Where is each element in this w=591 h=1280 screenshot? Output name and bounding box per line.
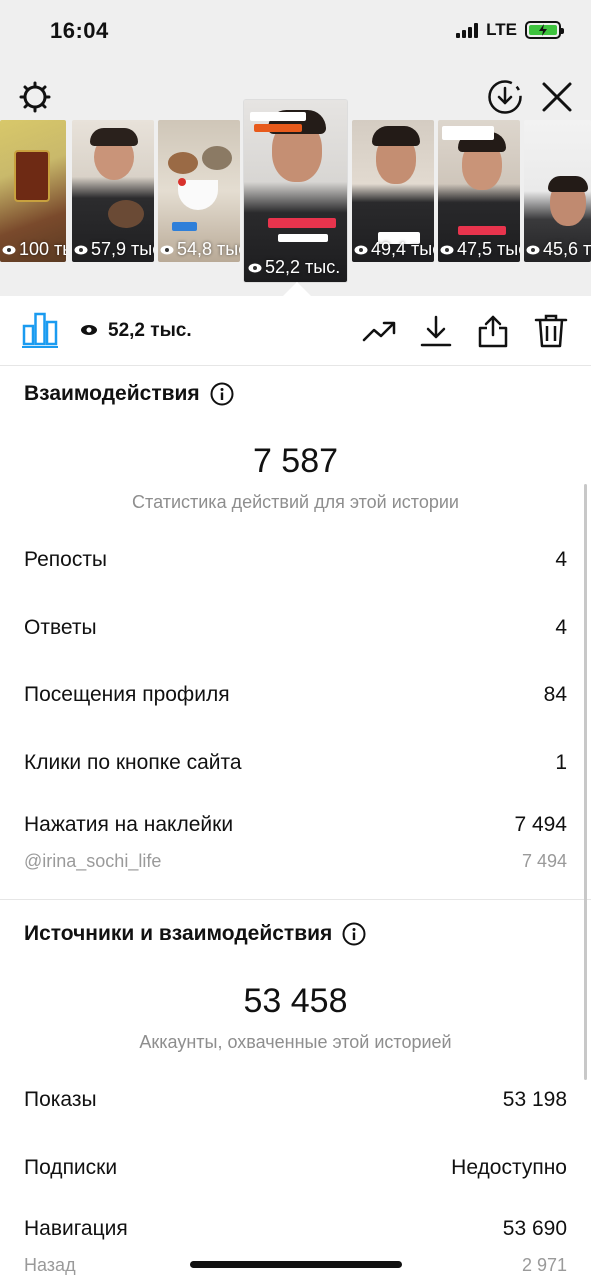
stat-label: Навигация	[24, 1217, 128, 1240]
battery-icon	[525, 21, 564, 39]
scrollbar[interactable]	[584, 484, 587, 1080]
active-tab-underline	[22, 346, 58, 348]
interactions-title: Взаимодействия	[24, 382, 200, 405]
eye-icon	[354, 245, 368, 254]
stat-label: Ответы	[24, 616, 97, 639]
stat-row-navigation: Навигация 53 690	[24, 1217, 567, 1241]
stat-row-website-clicks: Клики по кнопке сайта 1	[24, 751, 567, 775]
download-icon[interactable]	[419, 314, 453, 348]
eye-icon	[526, 245, 540, 254]
stat-row-profile-visits: Посещения профиля 84	[24, 683, 567, 707]
stat-label: Подписки	[24, 1156, 118, 1179]
thumbnail-sticker	[172, 222, 198, 231]
sources-title: Источники и взаимодействия	[24, 922, 333, 945]
stat-value: 1	[555, 751, 567, 774]
stat-subvalue: 2 971	[521, 1255, 567, 1275]
story-toolbar: 52,2 тыс.	[0, 296, 591, 366]
story-thumbnail-selected[interactable]: 52,2 тыс.	[244, 100, 347, 282]
thumbnail-views: 52,2 тыс.	[248, 257, 340, 278]
eye-icon	[74, 245, 88, 254]
story-thumbnail[interactable]: 49,4 тыс.	[352, 120, 434, 262]
stat-value: 7 494	[514, 813, 567, 836]
thumbnail-views: 54,8 тыс.	[160, 239, 240, 260]
stat-value: 4	[555, 616, 567, 639]
stat-subvalue: 7 494	[521, 851, 567, 871]
trash-icon[interactable]	[534, 314, 568, 348]
info-icon[interactable]	[342, 922, 366, 946]
info-icon[interactable]	[210, 382, 234, 406]
stat-value: Недоступно	[451, 1156, 567, 1179]
stat-row-sticker-taps: Нажатия на наклейки 7 494	[24, 813, 567, 837]
reach-total: 53 458	[243, 982, 348, 1020]
status-bar: 16:04 LTE	[0, 0, 591, 64]
thumbnail-views: 57,9 тыс.	[74, 239, 154, 260]
stat-label: Репосты	[24, 548, 108, 571]
close-icon[interactable]	[540, 80, 574, 114]
views-total: 52,2 тыс.	[108, 320, 192, 341]
stat-label: Нажатия на наклейки	[24, 813, 234, 836]
selection-pointer	[283, 282, 311, 296]
eye-icon	[440, 245, 454, 254]
stat-row-impressions: Показы 53 198	[24, 1088, 567, 1112]
thumbnail-views: 47,5 тыс.	[440, 239, 520, 260]
stat-row-replies: Ответы 4	[24, 616, 567, 640]
circle-download-icon[interactable]	[487, 79, 523, 115]
reach-subtitle: Аккаунты, охваченные этой историей	[139, 1032, 452, 1052]
stat-label: Клики по кнопке сайта	[24, 751, 242, 774]
network-label: LTE	[486, 20, 517, 39]
stat-label: Посещения профиля	[24, 683, 230, 706]
stat-label: Показы	[24, 1088, 97, 1111]
home-indicator[interactable]	[190, 1261, 402, 1268]
stat-sublabel: @irina_sochi_life	[24, 851, 162, 871]
story-thumbnail[interactable]: 45,6 тыс.	[524, 120, 591, 262]
eye-icon	[248, 263, 262, 272]
stat-row-follows: Подписки Недоступно	[24, 1156, 567, 1180]
trending-icon[interactable]	[362, 314, 396, 348]
thumbnail-sticker	[268, 218, 336, 228]
thumbnail-views: 45,6 тыс.	[526, 239, 591, 260]
interactions-total: 7 587	[252, 442, 339, 480]
thumbnail-sticker	[278, 234, 328, 242]
stat-value: 53 198	[502, 1088, 567, 1111]
gear-icon[interactable]	[18, 80, 52, 114]
stat-value: 84	[543, 683, 567, 706]
eye-icon	[2, 245, 16, 254]
thumbnail-views: 100 тыс.	[2, 239, 66, 260]
bar-chart-icon[interactable]	[22, 312, 58, 346]
eye-icon	[160, 245, 174, 254]
stat-value: 53 690	[502, 1217, 567, 1240]
thumbnail-sticker	[442, 126, 494, 140]
story-thumbnail[interactable]: 47,5 тыс.	[438, 120, 520, 262]
status-time: 16:04	[50, 18, 109, 43]
story-thumbnail[interactable]: 57,9 тыс.	[72, 120, 154, 262]
eye-icon	[81, 325, 97, 335]
thumbnail-sticker	[250, 112, 306, 121]
share-icon[interactable]	[476, 314, 510, 348]
stat-value: 4	[555, 548, 567, 571]
status-indicators: LTE	[456, 20, 564, 40]
interactions-subtitle: Статистика действий для этой истории	[132, 492, 459, 512]
story-thumbnail[interactable]: 54,8 тыс.	[158, 120, 240, 262]
thumbnail-views: 49,4 тыс.	[354, 239, 434, 260]
stat-row-reposts: Репосты 4	[24, 548, 567, 572]
thumbnail-sticker	[458, 226, 506, 235]
section-divider	[0, 899, 591, 900]
stat-row-sticker-mention: @irina_sochi_life 7 494	[24, 851, 567, 872]
sources-section-title: Источники и взаимодействия	[24, 922, 366, 946]
interactions-section-title: Взаимодействия	[24, 382, 234, 406]
thumbnail-sticker	[254, 124, 302, 132]
story-thumbnails: 100 тыс. 57,9 тыс. 54,8 тыс. 5	[0, 100, 591, 290]
stat-sublabel: Назад	[24, 1255, 76, 1275]
story-thumbnail[interactable]: 100 тыс.	[0, 120, 66, 262]
signal-icon	[456, 22, 479, 38]
